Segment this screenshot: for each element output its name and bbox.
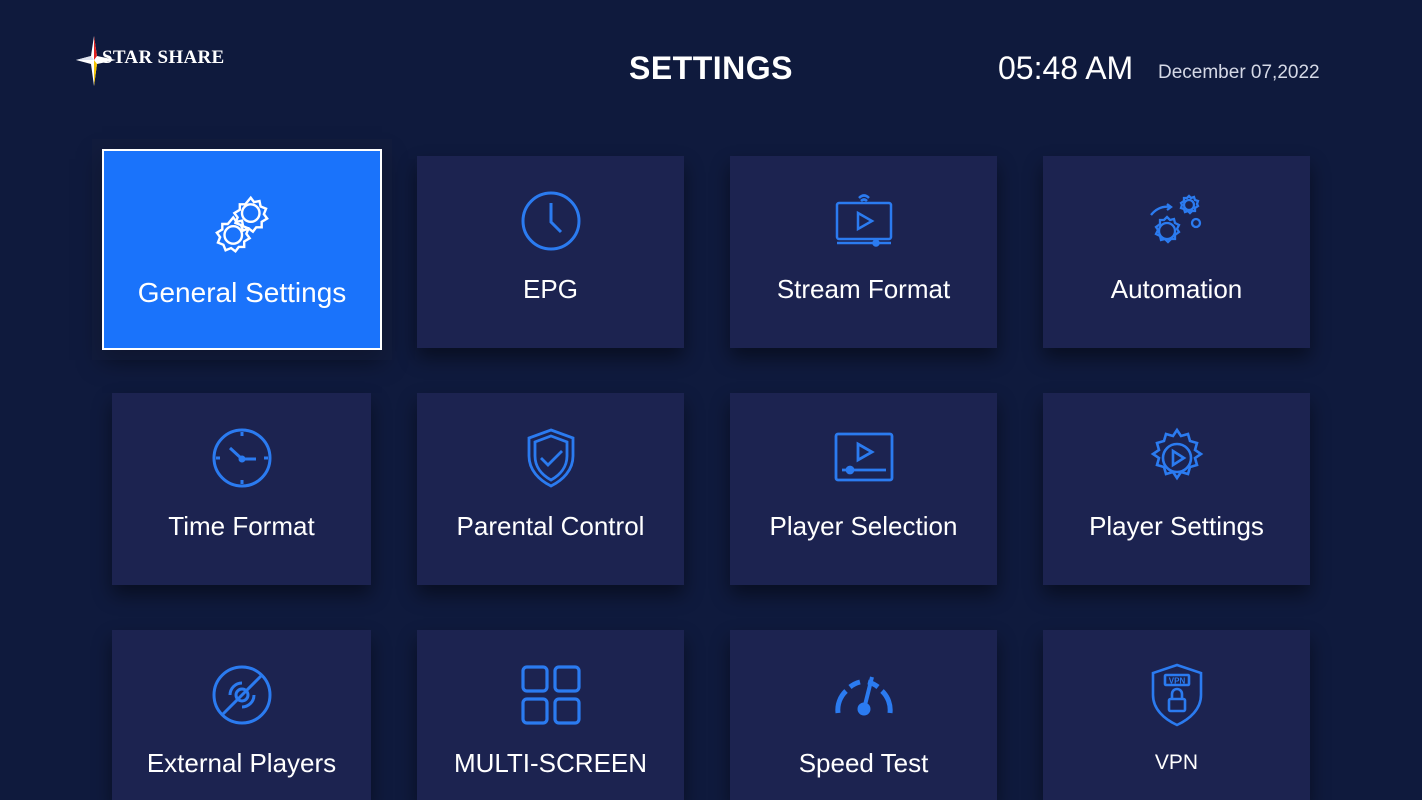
tile-time-format[interactable]: Time Format — [112, 393, 371, 585]
gears-icon — [215, 195, 269, 254]
automation-gears-icon — [1149, 194, 1201, 244]
stream-screen-icon — [835, 194, 892, 247]
tile-label: External Players — [146, 748, 337, 778]
tile-external-players[interactable]: External Players — [112, 630, 371, 800]
current-date: December 07,2022 — [1158, 62, 1320, 83]
external-disc-icon — [212, 665, 271, 725]
svg-text:VPN: VPN — [1168, 677, 1185, 686]
vpn-lock-icon: VPN — [1151, 663, 1202, 727]
tile-stream-format[interactable]: Stream Format — [730, 156, 997, 348]
clock-icon — [521, 191, 580, 251]
tile-label: Stream Format — [776, 274, 951, 304]
shield-check-icon — [527, 428, 574, 488]
tile-label: Automation — [1110, 274, 1243, 304]
tile-label: Player Settings — [1089, 511, 1264, 541]
tile-label: Player Selection — [769, 511, 958, 541]
grid-icon — [520, 665, 581, 725]
clock-time: 05:48 AM — [998, 50, 1134, 86]
tile-parental-control[interactable]: Parental Control — [417, 393, 684, 585]
tile-label: General Settings — [137, 277, 347, 308]
tile-multi-screen[interactable]: MULTI-SCREEN — [417, 630, 684, 800]
speedometer-icon — [834, 676, 893, 716]
tile-label: Time Format — [168, 511, 315, 541]
tile-player-settings[interactable]: Player Settings — [1043, 393, 1310, 585]
tile-general-settings[interactable]: General Settings — [102, 149, 382, 350]
tile-label: Speed Test — [798, 748, 929, 778]
tile-player-selection[interactable]: Player Selection — [730, 393, 997, 585]
tile-automation[interactable]: Automation — [1043, 156, 1310, 348]
time-clock-icon — [212, 428, 271, 488]
tile-label: VPN — [1154, 751, 1199, 774]
tile-label: EPG — [523, 274, 578, 304]
tile-vpn[interactable]: VPN VPN — [1043, 630, 1310, 800]
tile-epg[interactable]: EPG — [417, 156, 684, 348]
tile-label: Parental Control — [456, 511, 645, 541]
tile-speed-test[interactable]: Speed Test — [730, 630, 997, 800]
gear-play-icon — [1150, 427, 1203, 481]
video-player-icon — [834, 432, 893, 482]
tile-label: MULTI-SCREEN — [453, 748, 648, 778]
